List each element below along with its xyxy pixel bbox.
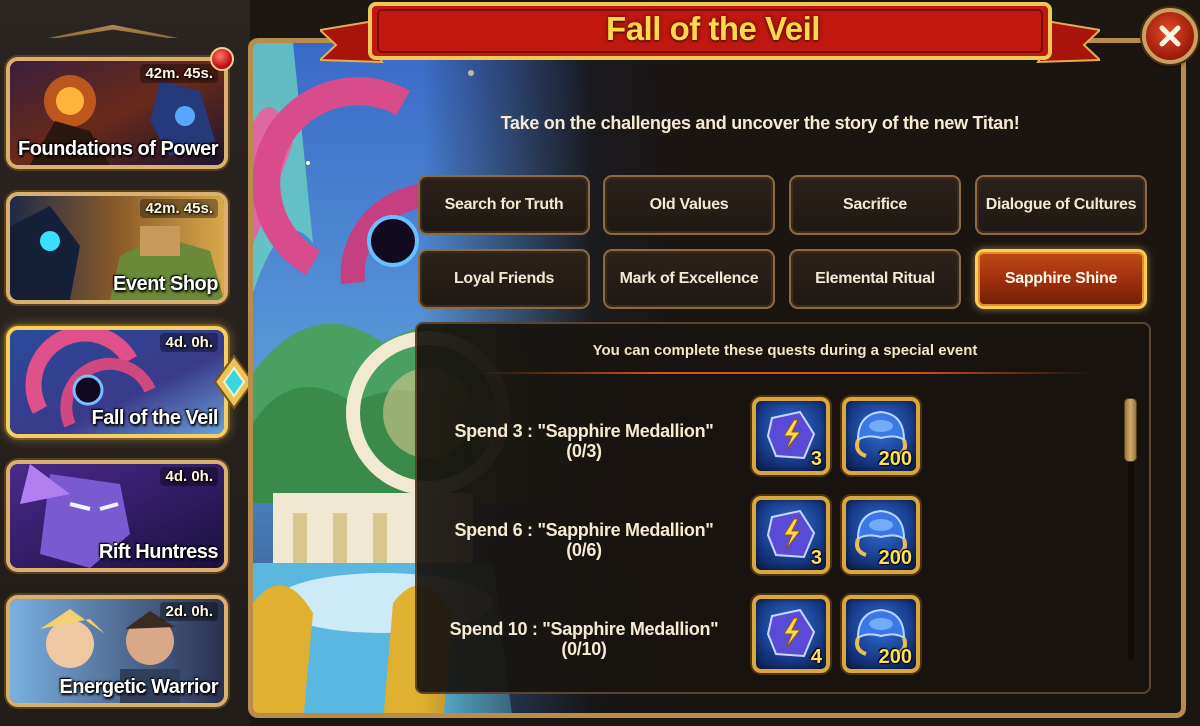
reward-blue-artifact[interactable]: 200: [842, 496, 920, 574]
quest-title: Spend 10 : "Sapphire Medallion": [449, 619, 719, 639]
tab-sapphire-shine[interactable]: Sapphire Shine: [975, 249, 1147, 309]
reward-quantity: 3: [810, 448, 822, 470]
event-card-foundations-of-power[interactable]: 42m. 45s. Foundations of Power: [6, 57, 228, 169]
close-button[interactable]: [1142, 8, 1198, 64]
reward-sapphire-medallion[interactable]: 3: [752, 496, 830, 574]
reward-quantity: 200: [878, 646, 912, 668]
panel-title: Fall of the Veil: [606, 10, 820, 47]
event-timer: 42m. 45s.: [140, 64, 218, 83]
tab-sacrifice[interactable]: Sacrifice: [789, 175, 961, 235]
event-card-fall-of-the-veil[interactable]: 4d. 0h. Fall of the Veil: [6, 326, 228, 438]
quest-description: Spend 10 : "Sapphire Medallion" (0/10): [434, 619, 734, 659]
reward-quantity: 4: [810, 646, 822, 668]
quest-description: Spend 3 : "Sapphire Medallion" (0/3): [434, 421, 734, 461]
header-divider: [477, 372, 1093, 374]
tab-old-values[interactable]: Old Values: [603, 175, 775, 235]
event-label: Energetic Warrior: [59, 676, 218, 698]
reward-blue-artifact[interactable]: 200: [842, 595, 920, 673]
event-label: Event Shop: [112, 273, 219, 295]
quest-list-header: You can complete these quests during a s…: [592, 342, 978, 359]
reward-sapphire-medallion[interactable]: 3: [752, 397, 830, 475]
reward-quantity: 3: [810, 547, 822, 569]
reward-quantity: 200: [878, 448, 912, 470]
event-timer: 42m. 45s.: [140, 199, 218, 218]
quest-progress: (0/10): [561, 639, 607, 659]
event-timer: 2d. 0h.: [160, 602, 218, 621]
event-label: Foundations of Power: [18, 138, 219, 160]
tab-search-for-truth[interactable]: Search for Truth: [418, 175, 590, 235]
quest-progress: (0/6): [566, 540, 602, 560]
event-card-rift-huntress[interactable]: 4d. 0h. Rift Huntress: [6, 460, 228, 572]
panel-subtitle: Take on the challenges and uncover the s…: [500, 113, 1020, 133]
tab-elemental-ritual[interactable]: Elemental Ritual: [789, 249, 961, 309]
tab-dialogue-of-cultures[interactable]: Dialogue of Cultures: [975, 175, 1147, 235]
tab-mark-of-excellence[interactable]: Mark of Excellence: [603, 249, 775, 309]
quest-title: Spend 3 : "Sapphire Medallion": [454, 421, 714, 441]
event-card-event-shop[interactable]: 42m. 45s. Event Shop: [6, 192, 228, 304]
reward-sapphire-medallion[interactable]: 4: [752, 595, 830, 673]
notification-badge: [210, 47, 234, 71]
event-card-energetic-warrior[interactable]: 2d. 0h. Energetic Warrior: [6, 595, 228, 707]
quest-title: Spend 6 : "Sapphire Medallion": [454, 520, 714, 540]
close-icon: [1159, 25, 1181, 47]
event-label: Rift Huntress: [98, 541, 219, 563]
reward-quantity: 200: [878, 547, 912, 569]
tab-loyal-friends[interactable]: Loyal Friends: [418, 249, 590, 309]
quest-progress: (0/3): [566, 441, 602, 461]
reward-blue-artifact[interactable]: 200: [842, 397, 920, 475]
quest-description: Spend 6 : "Sapphire Medallion" (0/6): [434, 520, 734, 560]
event-timer: 4d. 0h.: [160, 333, 218, 352]
event-label: Fall of the Veil: [91, 407, 219, 429]
event-timer: 4d. 0h.: [160, 467, 218, 486]
quest-scrollbar-thumb[interactable]: [1124, 398, 1137, 462]
